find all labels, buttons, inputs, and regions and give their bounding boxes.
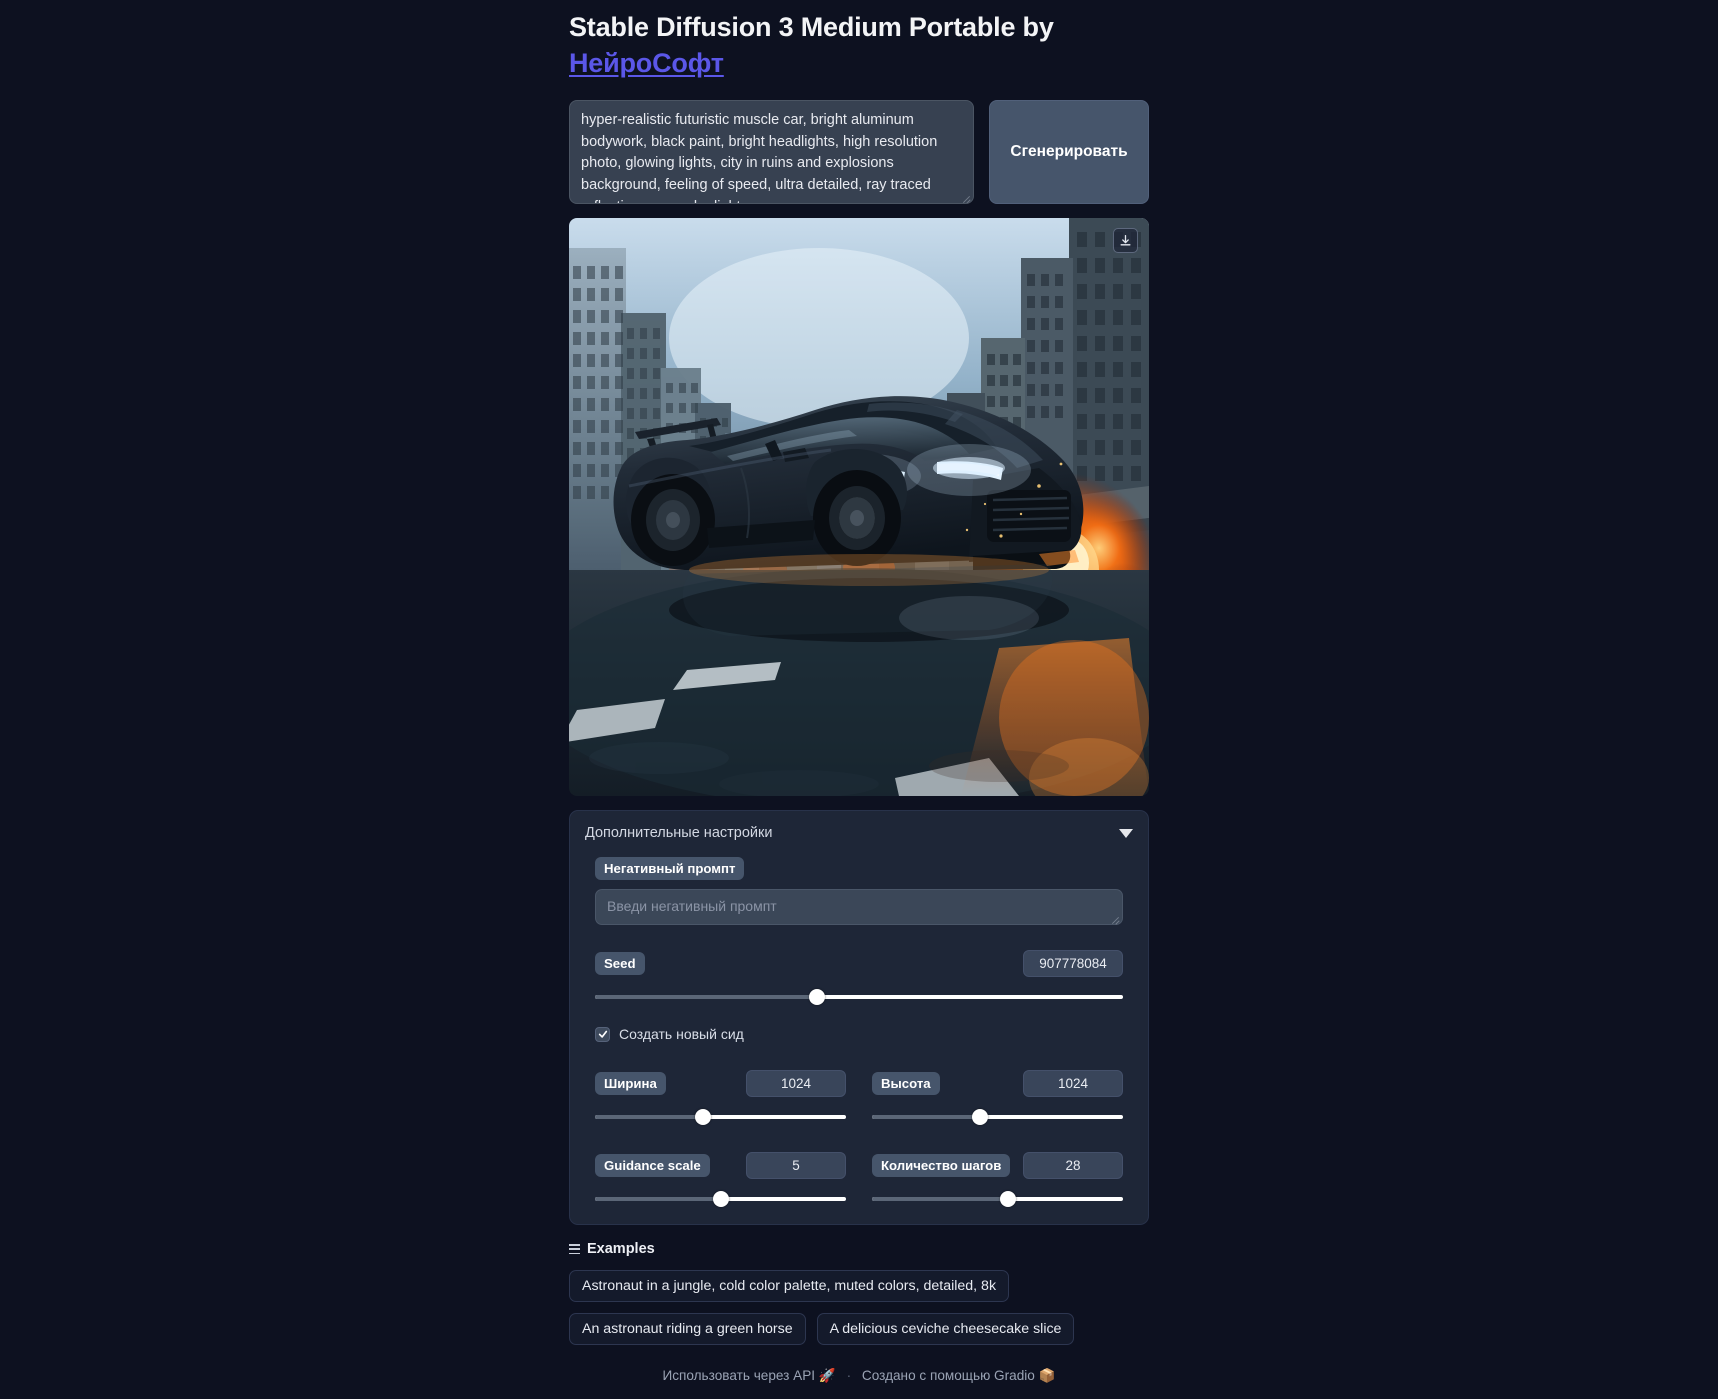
seed-slider-fill bbox=[595, 995, 817, 1000]
height-value[interactable]: 1024 bbox=[1023, 1070, 1123, 1098]
download-icon bbox=[1120, 235, 1131, 246]
steps-label: Количество шагов bbox=[872, 1154, 1011, 1178]
guidance-value[interactable]: 5 bbox=[746, 1152, 846, 1180]
steps-block: Количество шагов 28 bbox=[872, 1152, 1123, 1208]
examples-row: An astronaut riding a green horse A deli… bbox=[569, 1313, 1149, 1346]
prompt-text: hyper-realistic futuristic muscle car, b… bbox=[581, 112, 938, 203]
app-root: Stable Diffusion 3 Medium Portable by Не… bbox=[0, 0, 1718, 1399]
seed-value[interactable]: 907778084 bbox=[1023, 950, 1123, 978]
resize-handle-icon[interactable] bbox=[961, 192, 971, 202]
generated-image bbox=[569, 218, 1149, 797]
steps-value[interactable]: 28 bbox=[1023, 1152, 1123, 1180]
examples-list: Astronaut in a jungle, cold color palett… bbox=[569, 1270, 1149, 1346]
advanced-settings-panel: Дополнительные настройки Негативный пром… bbox=[569, 810, 1149, 1226]
check-icon bbox=[598, 1030, 607, 1038]
height-slider-fill bbox=[872, 1115, 980, 1120]
negative-prompt-placeholder: Введи негативный промпт bbox=[607, 898, 777, 915]
guidance-block: Guidance scale 5 bbox=[595, 1152, 846, 1208]
guidance-slider[interactable] bbox=[595, 1191, 846, 1208]
width-block: Ширина 1024 bbox=[595, 1070, 846, 1126]
seed-slider-thumb[interactable] bbox=[808, 989, 825, 1006]
list-icon bbox=[569, 1244, 580, 1255]
built-with-gradio-link[interactable]: Создано с помощью Gradio bbox=[862, 1368, 1035, 1383]
height-block: Высота 1024 bbox=[872, 1070, 1123, 1126]
width-slider[interactable] bbox=[595, 1109, 846, 1126]
guidance-steps-row: Guidance scale 5 Количество шагов 28 bbox=[595, 1152, 1123, 1208]
use-via-api-link[interactable]: Использовать через API bbox=[662, 1368, 815, 1383]
prompt-row: hyper-realistic futuristic muscle car, b… bbox=[569, 100, 1149, 205]
package-icon: 📦 bbox=[1038, 1368, 1056, 1383]
example-chip[interactable]: An astronaut riding a green horse bbox=[569, 1313, 806, 1346]
advanced-settings-title: Дополнительные настройки bbox=[585, 825, 773, 842]
examples-title: Examples bbox=[587, 1241, 655, 1258]
height-slider-thumb[interactable] bbox=[971, 1109, 988, 1126]
steps-slider-thumb[interactable] bbox=[999, 1191, 1016, 1208]
chevron-down-icon[interactable] bbox=[1119, 828, 1133, 838]
steps-slider[interactable] bbox=[872, 1191, 1123, 1208]
page-title-text: Stable Diffusion 3 Medium Portable by bbox=[569, 12, 1054, 42]
examples-section: Examples Astronaut in a jungle, cold col… bbox=[569, 1241, 1149, 1346]
seed-block: Seed 907778084 bbox=[595, 950, 1123, 1006]
example-chip[interactable]: A delicious ceviche cheesecake slice bbox=[816, 1313, 1075, 1346]
seed-slider[interactable] bbox=[595, 989, 1123, 1006]
steps-slider-fill bbox=[872, 1197, 1008, 1202]
guidance-label: Guidance scale bbox=[595, 1154, 710, 1178]
negative-prompt-label: Негативный промпт bbox=[595, 857, 745, 881]
download-button[interactable] bbox=[1113, 228, 1138, 254]
negative-prompt-input[interactable]: Введи негативный промпт bbox=[595, 889, 1123, 926]
main-column: Stable Diffusion 3 Medium Portable by Не… bbox=[569, 0, 1149, 1346]
height-slider[interactable] bbox=[872, 1109, 1123, 1126]
guidance-slider-thumb[interactable] bbox=[712, 1191, 729, 1208]
seed-label: Seed bbox=[595, 952, 645, 976]
examples-header: Examples bbox=[569, 1241, 1149, 1257]
width-slider-fill bbox=[595, 1115, 703, 1120]
result-image bbox=[569, 218, 1149, 797]
width-label: Ширина bbox=[595, 1072, 666, 1096]
randomize-seed-label: Создать новый сид bbox=[619, 1026, 744, 1043]
guidance-slider-fill bbox=[595, 1197, 721, 1202]
randomize-seed-row[interactable]: Создать новый сид bbox=[595, 1026, 1123, 1042]
page-title: Stable Diffusion 3 Medium Portable by Не… bbox=[569, 10, 1149, 81]
width-value[interactable]: 1024 bbox=[746, 1070, 846, 1098]
negative-prompt-block: Негативный промпт Введи негативный промп… bbox=[595, 857, 1123, 926]
footer: Использовать через API 🚀 · Создано с пом… bbox=[0, 1368, 1718, 1384]
size-row: Ширина 1024 Высота 1024 bbox=[595, 1070, 1123, 1126]
examples-row: Astronaut in a jungle, cold color palett… bbox=[569, 1270, 1149, 1303]
generate-button[interactable]: Сгенерировать bbox=[989, 100, 1149, 205]
car-illustration bbox=[613, 396, 1084, 587]
rocket-icon: 🚀 bbox=[818, 1368, 836, 1383]
height-label: Высота bbox=[872, 1072, 940, 1096]
advanced-settings-body: Негативный промпт Введи негативный промп… bbox=[585, 857, 1133, 1208]
resize-handle-icon[interactable] bbox=[1110, 913, 1120, 923]
randomize-seed-checkbox[interactable] bbox=[595, 1026, 610, 1042]
prompt-input[interactable]: hyper-realistic futuristic muscle car, b… bbox=[569, 100, 974, 205]
neurosoft-link[interactable]: НейроСофт bbox=[569, 48, 724, 78]
advanced-settings-header[interactable]: Дополнительные настройки bbox=[585, 825, 1133, 841]
example-chip[interactable]: Astronaut in a jungle, cold color palett… bbox=[569, 1270, 1010, 1303]
width-slider-thumb[interactable] bbox=[694, 1109, 711, 1126]
footer-separator: · bbox=[846, 1368, 852, 1383]
